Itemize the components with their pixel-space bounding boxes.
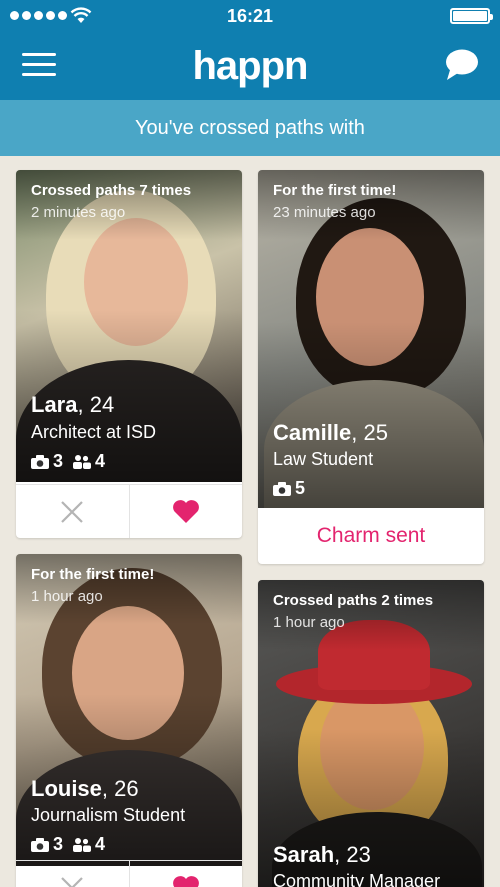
crossed-time: 1 hour ago xyxy=(273,614,345,631)
friends-icon xyxy=(73,454,92,469)
crossed-time: 1 hour ago xyxy=(31,588,103,605)
profile-name-age: Louise, 26 xyxy=(31,776,139,801)
crossed-count: Crossed paths 2 times xyxy=(273,592,434,609)
status-time: 16:21 xyxy=(226,6,274,26)
profile-job: Architect at ISD xyxy=(31,422,157,442)
card-actions xyxy=(16,860,242,887)
crossed-count: For the first time! xyxy=(31,566,155,583)
profile-stats: 3 4 xyxy=(31,451,105,472)
profile-name-age: Lara, 24 xyxy=(31,392,115,417)
profile-photo[interactable]: Crossed paths 7 times 2 minutes ago Lara… xyxy=(16,170,242,482)
profile-stats: 3 4 xyxy=(31,834,105,855)
profile-card-lara[interactable]: Crossed paths 7 times 2 minutes ago Lara… xyxy=(16,170,242,538)
app-logo: happn xyxy=(192,44,309,88)
profile-photo[interactable]: For the first time! 1 hour ago Louise, 2… xyxy=(16,554,242,866)
card-actions xyxy=(16,484,242,538)
dismiss-button[interactable] xyxy=(16,861,129,887)
profile-job: Law Student xyxy=(273,449,374,469)
like-button[interactable] xyxy=(128,485,243,538)
chat-icon[interactable] xyxy=(444,48,480,82)
crossed-time: 23 minutes ago xyxy=(273,204,376,221)
profile-name-age: Camille, 25 xyxy=(273,420,388,445)
camera-icon xyxy=(31,454,49,469)
crossed-count: Crossed paths 7 times xyxy=(31,182,192,199)
profile-name-age: Sarah, 23 xyxy=(273,842,371,867)
close-icon xyxy=(61,876,84,887)
crossed-paths-header: You've crossed paths with xyxy=(0,100,500,156)
close-icon xyxy=(61,500,84,523)
profile-photo[interactable]: For the first time! 23 minutes ago Camil… xyxy=(258,170,484,508)
battery-icon xyxy=(450,8,493,24)
profile-stats: 5 xyxy=(273,478,305,499)
profile-card-camille[interactable]: For the first time! 23 minutes ago Camil… xyxy=(258,170,484,564)
status-bar: 16:21 xyxy=(0,0,500,32)
profile-photo[interactable]: Crossed paths 2 times 1 hour ago Sarah, … xyxy=(258,580,484,887)
dismiss-button[interactable] xyxy=(16,485,129,538)
crossed-time: 2 minutes ago xyxy=(31,204,126,221)
camera-icon xyxy=(273,481,291,496)
charm-sent-status: Charm sent xyxy=(316,524,426,547)
profile-job: Community Manager xyxy=(273,871,441,887)
crossed-count: For the first time! xyxy=(273,182,397,199)
profile-card-louise[interactable]: For the first time! 1 hour ago Louise, 2… xyxy=(16,554,242,887)
friends-icon xyxy=(73,837,92,852)
heart-icon xyxy=(172,500,199,523)
like-button[interactable] xyxy=(128,861,243,887)
profile-card-sarah[interactable]: Crossed paths 2 times 1 hour ago Sarah, … xyxy=(258,580,484,887)
profile-job: Journalism Student xyxy=(31,805,186,825)
heart-icon xyxy=(172,876,199,887)
top-bar: 16:21 happn xyxy=(0,0,500,100)
camera-icon xyxy=(31,837,49,852)
